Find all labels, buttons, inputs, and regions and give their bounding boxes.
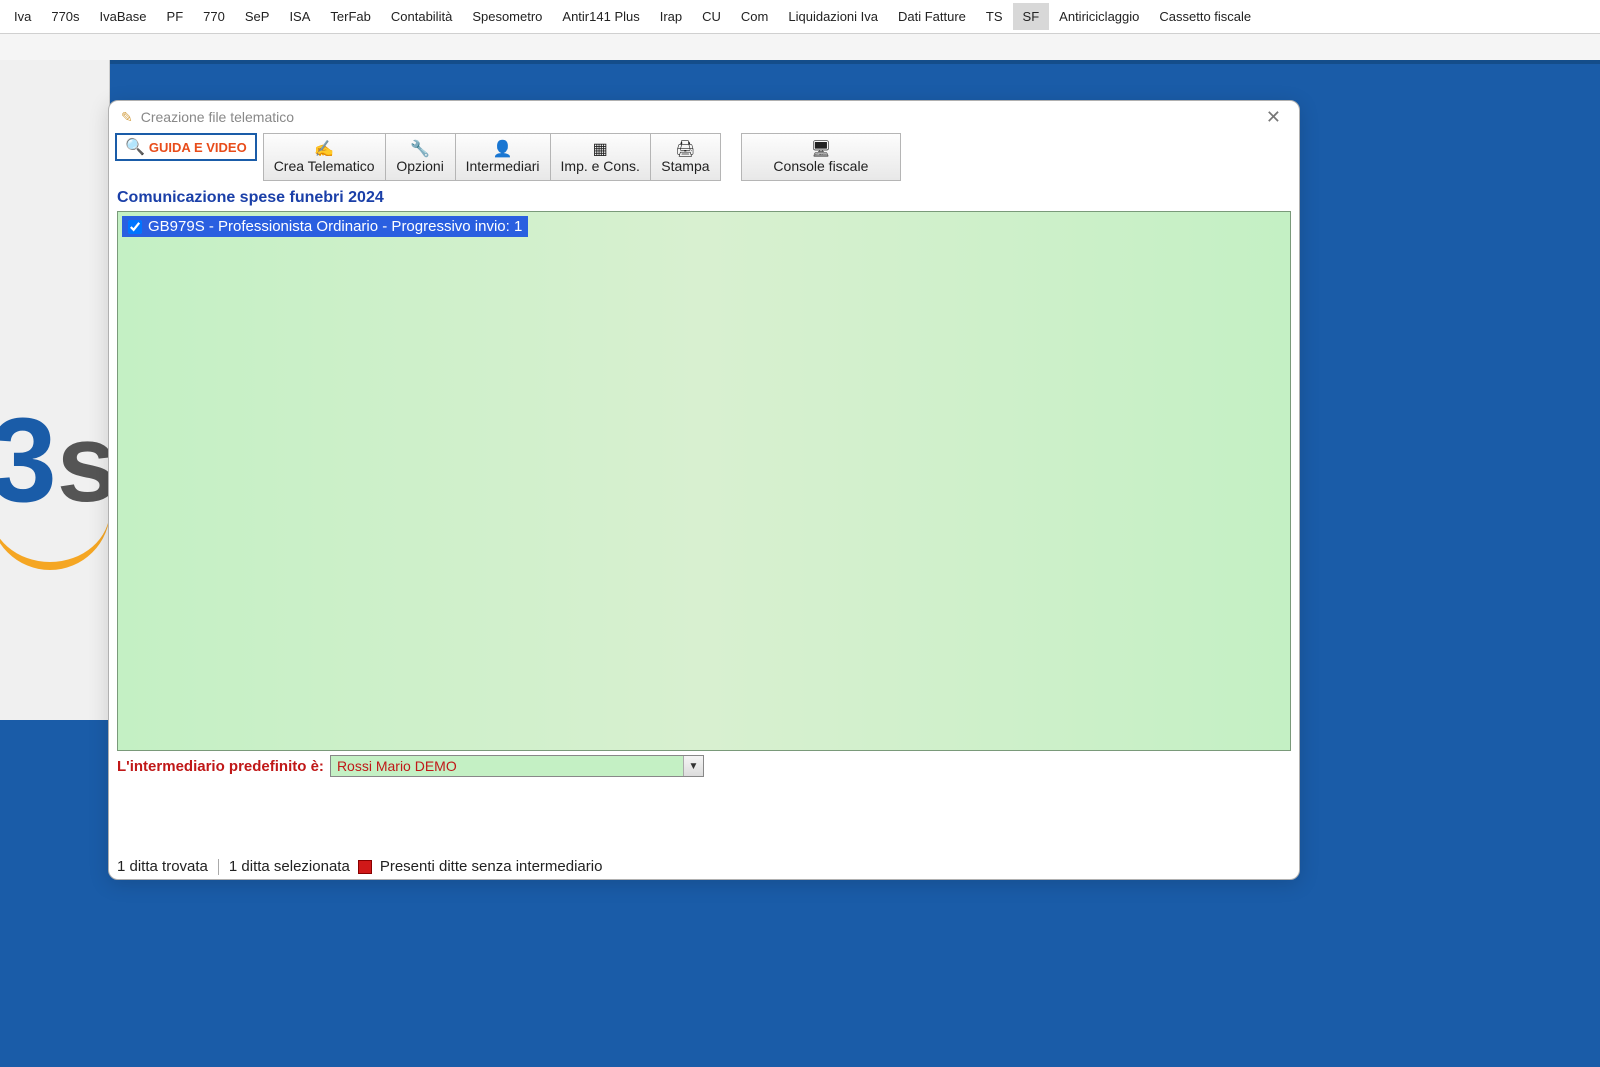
toolbar-button[interactable]: ▦Imp. e Cons. <box>551 133 651 181</box>
menu-item[interactable]: Antiriciclaggio <box>1049 3 1149 30</box>
menu-item[interactable]: Contabilità <box>381 3 462 30</box>
guide-label: GUIDA E VIDEO <box>149 140 247 155</box>
intermediary-value: Rossi Mario DEMO <box>331 758 683 774</box>
intermediary-row: L'intermediario predefinito è: Rossi Mar… <box>109 751 1299 781</box>
toolbar-button[interactable]: 👤Intermediari <box>456 133 551 181</box>
status-selected: 1 ditta selezionata <box>229 858 350 875</box>
menu-item[interactable]: 770 <box>193 3 235 30</box>
menu-item[interactable]: CU <box>692 3 731 30</box>
toolbar-icon: ▦ <box>593 140 608 158</box>
warning-indicator-icon <box>358 860 372 874</box>
list-item[interactable]: GB979S - Professionista Ordinario - Prog… <box>122 216 528 237</box>
menu-item[interactable]: Spesometro <box>462 3 552 30</box>
menu-item[interactable]: SF <box>1013 3 1050 30</box>
menu-item[interactable]: IvaBase <box>90 3 157 30</box>
menu-item[interactable]: Cassetto fiscale <box>1149 3 1261 30</box>
chevron-down-icon[interactable]: ▼ <box>683 756 703 776</box>
menu-item[interactable]: ISA <box>279 3 320 30</box>
ditte-listbox[interactable]: GB979S - Professionista Ordinario - Prog… <box>117 211 1291 751</box>
close-button[interactable]: ✕ <box>1260 107 1287 128</box>
dialog-toolbar: 🔍 GUIDA E VIDEO ✍Crea Telematico🔧Opzioni… <box>109 133 1299 183</box>
menu-item[interactable]: Irap <box>650 3 692 30</box>
left-panel: 3s <box>0 60 110 720</box>
toolbar-button[interactable]: ✍Crea Telematico <box>263 133 386 181</box>
guide-video-button[interactable]: 🔍 GUIDA E VIDEO <box>115 133 257 161</box>
menu-item[interactable]: Iva <box>4 3 41 30</box>
menu-item[interactable]: Dati Fatture <box>888 3 976 30</box>
toolbar-label: Opzioni <box>396 158 443 174</box>
document-icon: ✎ <box>121 109 133 126</box>
toolbar-button[interactable]: 🖨Stampa <box>651 133 721 181</box>
dialog-statusbar: 1 ditta trovata 1 ditta selezionata Pres… <box>109 854 1299 879</box>
dialog-titlebar: ✎ Creazione file telematico ✕ <box>109 101 1299 133</box>
menu-item[interactable]: Liquidazioni Iva <box>778 3 888 30</box>
menu-item[interactable]: Com <box>731 3 778 30</box>
toolbar-icon: 🖨 <box>675 140 695 158</box>
console-fiscale-button[interactable]: 🖥 Console fiscale <box>741 133 901 181</box>
status-warning: Presenti ditte senza intermediario <box>380 858 603 875</box>
list-item-checkbox[interactable] <box>128 220 142 234</box>
app-logo: 3s <box>0 400 118 520</box>
console-icon: 🖥 <box>811 140 831 158</box>
list-item-text: GB979S - Professionista Ordinario - Prog… <box>148 218 522 235</box>
toolbar-icon: 🔧 <box>410 140 430 158</box>
toolbar-label: Imp. e Cons. <box>561 158 640 174</box>
status-found: 1 ditta trovata <box>117 858 208 875</box>
section-title: Comunicazione spese funebri 2024 <box>109 183 1299 211</box>
menu-item[interactable]: TerFab <box>320 3 380 30</box>
toolbar-label: Stampa <box>661 158 709 174</box>
magnifier-icon: 🔍 <box>125 137 145 157</box>
menu-item[interactable]: TS <box>976 3 1013 30</box>
dialog-title-text: Creazione file telematico <box>141 109 294 125</box>
console-label: Console fiscale <box>773 158 868 174</box>
main-menubar: Iva770sIvaBasePF770SePISATerFabContabili… <box>0 0 1600 34</box>
intermediary-combobox[interactable]: Rossi Mario DEMO ▼ <box>330 755 704 777</box>
toolbar-button[interactable]: 🔧Opzioni <box>386 133 456 181</box>
menu-item[interactable]: SeP <box>235 3 280 30</box>
telematico-dialog: ✎ Creazione file telematico ✕ 🔍 GUIDA E … <box>108 100 1300 880</box>
menu-item[interactable]: 770s <box>41 3 89 30</box>
intermediary-label: L'intermediario predefinito è: <box>117 758 324 775</box>
toolbar-label: Intermediari <box>466 158 540 174</box>
menu-item[interactable]: Antir141 Plus <box>552 3 649 30</box>
logo-swoosh <box>0 510 110 570</box>
toolbar-icon: 👤 <box>493 140 513 158</box>
toolbar-label: Crea Telematico <box>274 158 375 174</box>
menu-item[interactable]: PF <box>157 3 194 30</box>
toolbar-icon: ✍ <box>314 140 334 158</box>
